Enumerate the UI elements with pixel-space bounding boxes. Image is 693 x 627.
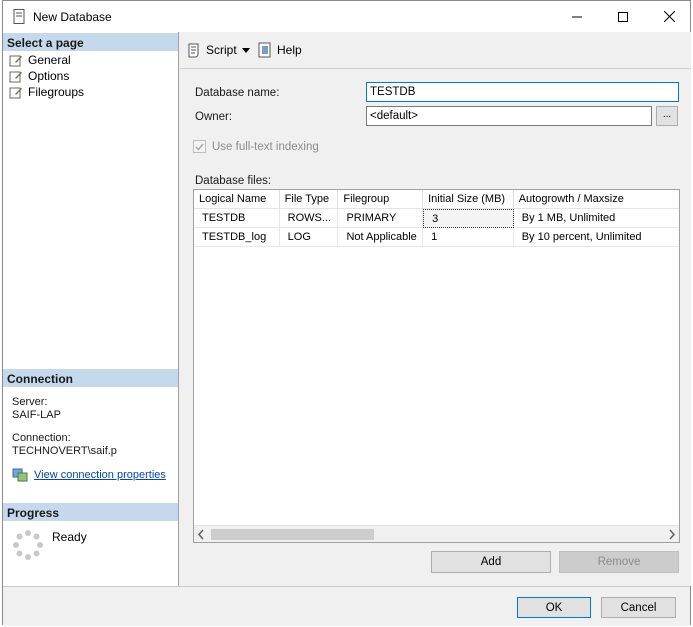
- cell-initial-size[interactable]: 1: [423, 228, 514, 247]
- grid-header: Logical Name File Type Filegroup Initial…: [194, 190, 679, 209]
- progress-spinner-icon: [13, 530, 43, 560]
- view-connection-link[interactable]: View connection properties: [34, 469, 166, 481]
- table-row[interactable]: TESTDB ROWS... PRIMARY 3 By 1 MB, Unlimi…: [194, 209, 679, 228]
- script-dropdown-arrow-icon[interactable]: [242, 48, 250, 53]
- owner-input[interactable]: <default>: [366, 106, 652, 126]
- database-files-grid[interactable]: Logical Name File Type Filegroup Initial…: [193, 189, 680, 543]
- checkmark-icon: [195, 143, 204, 151]
- cell-autogrowth[interactable]: By 10 percent, Unlimited: [513, 228, 679, 247]
- horizontal-scrollbar[interactable]: [194, 525, 679, 542]
- cell-logical-name[interactable]: TESTDB: [194, 209, 280, 228]
- minimize-button[interactable]: [554, 1, 600, 32]
- cell-logical-name[interactable]: TESTDB_log: [194, 228, 280, 247]
- close-icon: [663, 11, 675, 22]
- cell-filegroup[interactable]: Not Applicable: [338, 228, 424, 247]
- page-item-filegroups[interactable]: Filegroups: [9, 84, 84, 100]
- page-item-label: Options: [28, 69, 70, 83]
- dialog-footer: OK Cancel: [3, 586, 690, 626]
- script-button[interactable]: Script: [186, 42, 237, 58]
- window-title: New Database: [33, 10, 112, 24]
- database-icon: [13, 9, 25, 24]
- left-pane: Select a page General Options Filegroups…: [3, 32, 179, 586]
- owner-browse-button[interactable]: ...: [656, 106, 678, 126]
- view-connection-properties[interactable]: View connection properties: [12, 468, 166, 482]
- owner-label: Owner:: [195, 111, 233, 123]
- toolbar: Script Help: [180, 32, 691, 68]
- maximize-icon: [618, 11, 628, 22]
- script-icon: [188, 43, 199, 58]
- column-header-filegroup[interactable]: Filegroup: [338, 190, 424, 209]
- new-database-dialog: New Database Select a page General Optio…: [2, 0, 691, 626]
- help-icon: [258, 42, 271, 58]
- close-button[interactable]: [646, 1, 692, 32]
- connection-header: Connection: [3, 369, 178, 387]
- scroll-right-icon[interactable]: [668, 529, 676, 540]
- column-header-logical-name[interactable]: Logical Name: [194, 190, 280, 209]
- scrollbar-thumb[interactable]: [211, 529, 374, 540]
- connection-properties-icon: [12, 468, 28, 482]
- column-header-initial-size[interactable]: Initial Size (MB): [423, 190, 514, 209]
- page-item-general[interactable]: General: [9, 52, 71, 68]
- page-item-options[interactable]: Options: [9, 68, 69, 84]
- script-label: Script: [206, 43, 237, 57]
- general-page-content: Database name: TESTDB Owner: <default> .…: [180, 68, 691, 586]
- help-button[interactable]: Help: [257, 42, 302, 58]
- progress-header: Progress: [3, 503, 178, 521]
- checkbox-icon: [193, 140, 206, 153]
- progress-status: Ready: [52, 530, 87, 544]
- database-name-input[interactable]: TESTDB: [366, 82, 679, 102]
- column-header-file-type[interactable]: File Type: [280, 190, 339, 209]
- server-label: Server:: [12, 396, 48, 408]
- title-bar: New Database: [3, 1, 690, 32]
- ok-button[interactable]: OK: [517, 597, 591, 618]
- cell-file-type[interactable]: LOG: [279, 228, 339, 247]
- remove-file-button[interactable]: Remove: [559, 551, 679, 573]
- cell-filegroup[interactable]: PRIMARY: [338, 209, 424, 228]
- page-item-label: Filegroups: [28, 85, 85, 99]
- scroll-left-icon[interactable]: [197, 529, 205, 540]
- help-label: Help: [277, 43, 302, 57]
- cell-initial-size[interactable]: 3: [423, 209, 514, 228]
- maximize-button[interactable]: [600, 1, 646, 32]
- page-wrench-icon: [9, 55, 22, 66]
- cell-file-type[interactable]: ROWS...: [279, 209, 339, 228]
- fulltext-indexing-checkbox[interactable]: Use full-text indexing: [193, 140, 319, 153]
- server-value: SAIF-LAP: [12, 409, 61, 421]
- cell-autogrowth[interactable]: By 1 MB, Unlimited: [513, 209, 679, 228]
- connection-value: TECHNOVERT\saif.p: [12, 445, 117, 457]
- minimize-icon: [572, 16, 582, 17]
- select-page-header: Select a page: [3, 33, 178, 51]
- page-wrench-icon: [9, 71, 22, 82]
- cancel-button[interactable]: Cancel: [601, 597, 676, 618]
- page-item-label: General: [28, 53, 71, 67]
- column-header-autogrowth[interactable]: Autogrowth / Maxsize: [514, 190, 679, 209]
- table-row[interactable]: TESTDB_log LOG Not Applicable 1 By 10 pe…: [194, 228, 679, 247]
- connection-label: Connection:: [12, 432, 71, 444]
- add-file-button[interactable]: Add: [431, 551, 551, 573]
- database-files-label: Database files:: [195, 175, 272, 187]
- page-wrench-icon: [9, 87, 22, 98]
- fulltext-indexing-label: Use full-text indexing: [212, 140, 319, 153]
- database-name-label: Database name:: [195, 87, 280, 99]
